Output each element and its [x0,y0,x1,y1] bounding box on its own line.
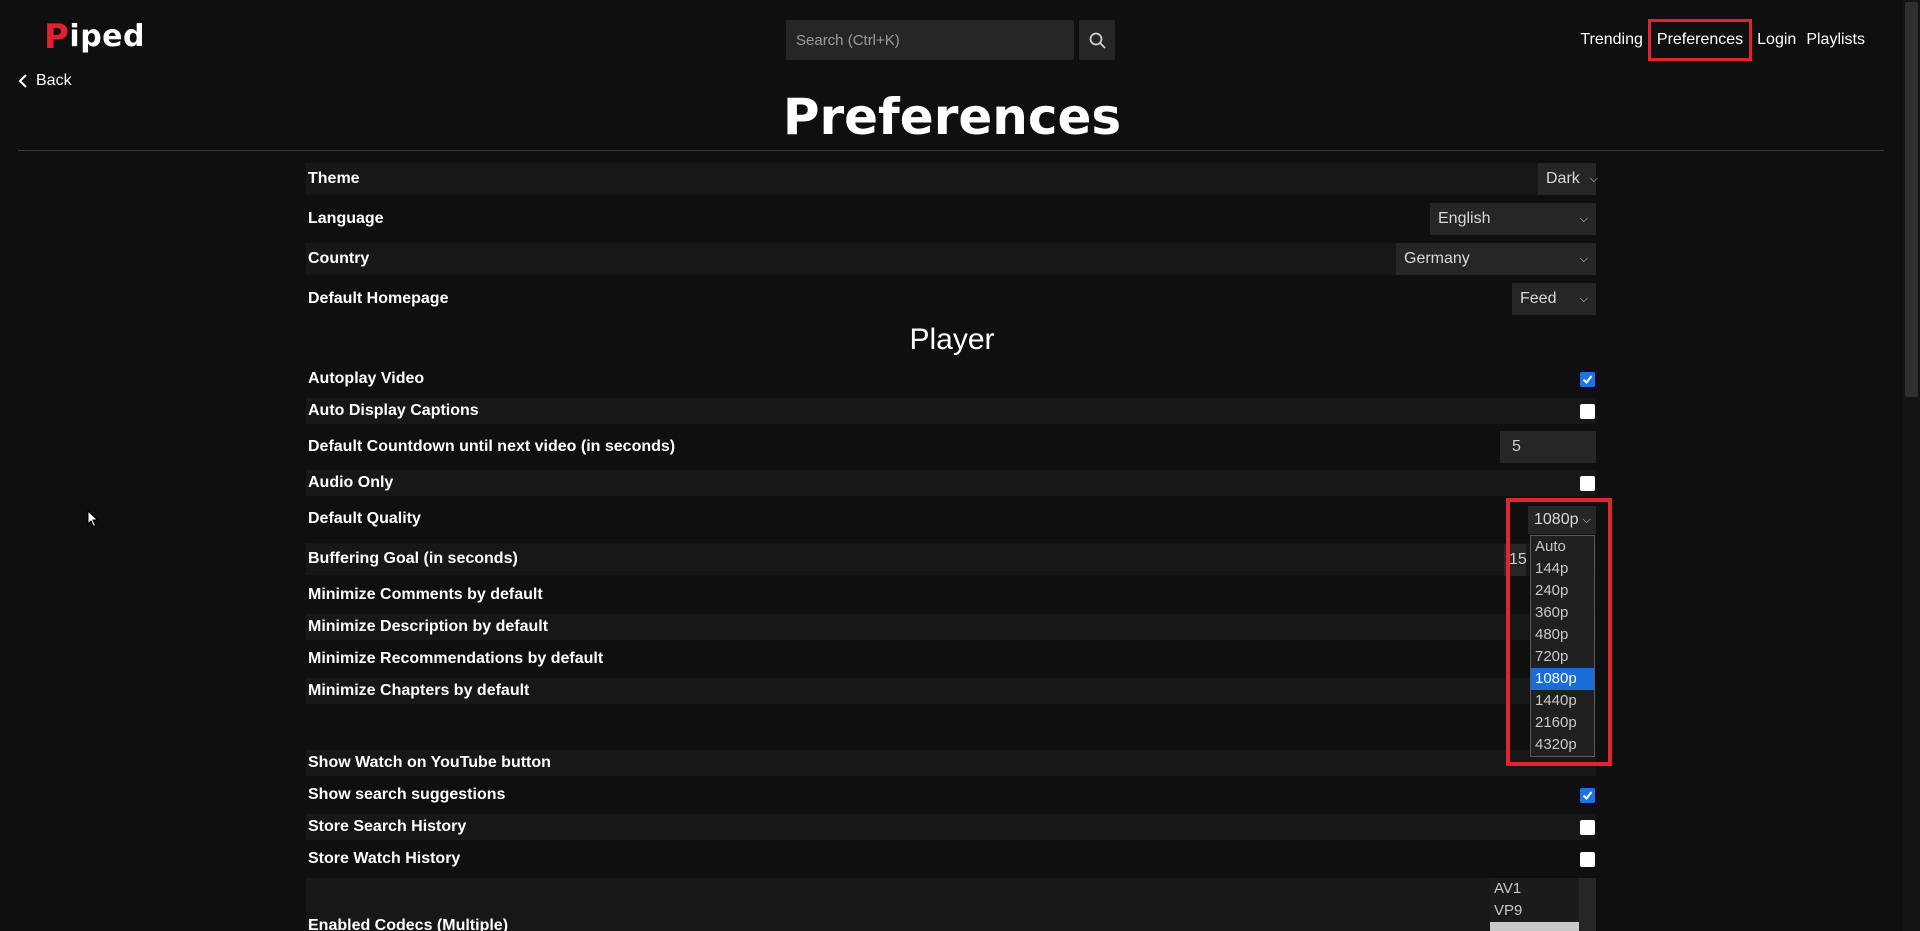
setting-search-suggestions: Show search suggestions [306,782,1596,808]
nav-playlists[interactable]: Playlists [1801,28,1870,52]
quality-option[interactable]: 2160p [1531,712,1594,734]
quality-dropdown: Auto 144p 240p 360p 480p 720p 1080p 1440… [1530,535,1595,757]
setting-autoplay: Autoplay Video [306,366,1596,392]
homepage-label: Default Homepage [308,290,449,307]
quality-option[interactable]: 144p [1531,558,1594,580]
quality-label: Default Quality [308,510,421,527]
search-input[interactable] [786,20,1074,60]
piped-logo[interactable]: Piped [44,17,146,57]
setting-store-watch-history: Store Watch History [306,846,1596,872]
chevron-down-icon: ⌵ [1582,513,1591,526]
quality-option[interactable]: 240p [1531,580,1594,602]
player-section-title: Player [909,323,995,356]
codecs-multiselect[interactable]: AV1 VP9 AVC (h.264) [1490,878,1596,931]
check-icon [1582,374,1593,384]
setting-captions: Auto Display Captions [306,398,1596,424]
codecs-scrollbar[interactable] [1579,878,1596,931]
store-search-history-label: Store Search History [308,818,467,835]
audio-only-label: Audio Only [308,474,394,491]
codecs-label: Enabled Codecs (Multiple) [308,917,509,931]
quality-option[interactable]: 360p [1531,602,1594,624]
quality-option-selected[interactable]: 1080p [1531,668,1594,690]
country-select[interactable]: Germany ⌵ [1396,243,1596,275]
language-value: English [1438,210,1491,227]
quality-option[interactable]: 1440p [1531,690,1594,712]
page-scrollbar[interactable] [1903,0,1920,931]
min-description-label: Minimize Description by default [308,618,549,635]
setting-buffering: Buffering Goal (in seconds) [306,543,1596,575]
homepage-value: Feed [1520,290,1557,307]
setting-min-chapters: Minimize Chapters by default [306,678,1596,704]
chevron-down-icon: ⌵ [1579,292,1588,305]
watch-on-youtube-label: Show Watch on YouTube button [308,754,551,771]
audio-only-checkbox[interactable] [1580,475,1595,491]
quality-option[interactable]: 4320p [1531,734,1594,756]
title-divider [18,150,1884,151]
quality-select[interactable]: 1080p ⌵ [1528,506,1596,534]
search-button[interactable] [1079,20,1115,60]
country-label: Country [308,250,370,267]
search-bar [786,20,1115,60]
mouse-cursor-icon [87,510,99,528]
country-value: Germany [1404,250,1470,267]
setting-country: Country Germany ⌵ [306,243,1596,275]
setting-theme: Theme Dark ⌵ [306,163,1599,195]
autoplay-label: Autoplay Video [308,370,425,387]
nav-preferences[interactable]: Preferences [1647,19,1753,61]
quality-option[interactable]: Auto [1531,536,1594,558]
quality-option[interactable]: 720p [1531,646,1594,668]
theme-label: Theme [308,170,360,187]
setting-min-comments: Minimize Comments by default [306,582,1596,608]
logo-letter: P [44,17,70,57]
search-icon [1089,32,1106,49]
countdown-label: Default Countdown until next video (in s… [308,438,676,455]
quality-option[interactable]: 480p [1531,624,1594,646]
setting-quality: Default Quality [306,506,1596,532]
quality-value: 1080p [1534,511,1579,528]
search-suggestions-checkbox[interactable] [1580,787,1595,803]
setting-codecs: Enabled Codecs (Multiple) [306,878,1596,931]
setting-language: Language English ⌵ [306,203,1596,235]
chevron-left-icon [18,74,27,88]
min-chapters-label: Minimize Chapters by default [308,682,530,699]
buffering-label: Buffering Goal (in seconds) [308,550,518,567]
nav-trending[interactable]: Trending [1575,28,1648,52]
chevron-down-icon: ⌵ [1589,172,1599,185]
setting-watch-on-youtube: Show Watch on YouTube button [306,750,1596,776]
store-watch-history-checkbox[interactable] [1580,851,1595,867]
language-label: Language [308,210,384,227]
theme-select[interactable]: Dark ⌵ [1538,163,1599,195]
homepage-select[interactable]: Feed ⌵ [1512,283,1596,315]
check-icon [1582,790,1593,800]
store-search-history-checkbox[interactable] [1580,819,1595,835]
captions-label: Auto Display Captions [308,402,479,419]
setting-min-description: Minimize Description by default [306,614,1596,640]
search-suggestions-label: Show search suggestions [308,786,506,803]
chevron-down-icon: ⌵ [1579,252,1588,265]
min-recommendations-label: Minimize Recommendations by default [308,650,604,667]
scrollbar-thumb[interactable] [1905,2,1918,397]
setting-audio-only: Audio Only [306,470,1596,496]
captions-checkbox[interactable] [1580,403,1595,419]
setting-min-recommendations: Minimize Recommendations by default [306,646,1596,672]
logo-text: iped [69,19,146,54]
min-comments-label: Minimize Comments by default [308,586,543,603]
chevron-down-icon: ⌵ [1579,212,1588,225]
page-title: Preferences [782,88,1122,146]
store-watch-history-label: Store Watch History [308,850,461,867]
setting-countdown: Default Countdown until next video (in s… [306,431,1596,463]
autoplay-checkbox[interactable] [1580,371,1595,387]
countdown-input[interactable]: 5 [1500,431,1596,463]
theme-value: Dark [1546,170,1580,187]
setting-homepage: Default Homepage Feed ⌵ [306,283,1596,315]
top-nav: Trending Preferences Login Playlists [1575,19,1870,61]
language-select[interactable]: English ⌵ [1430,203,1596,235]
setting-store-search-history: Store Search History [306,814,1596,840]
nav-login[interactable]: Login [1752,28,1801,52]
